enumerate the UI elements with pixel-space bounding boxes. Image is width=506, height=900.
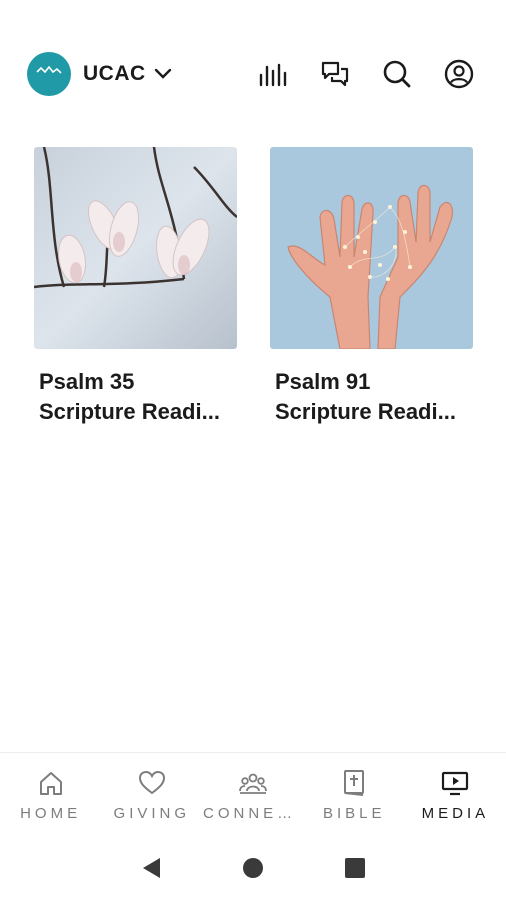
media-card[interactable]: Psalm 91 Scripture Readi... [270, 147, 473, 427]
chevron-down-icon [154, 68, 171, 79]
media-card-title-line1: Psalm 35 [39, 369, 135, 394]
org-switcher[interactable]: UCAC [83, 62, 172, 86]
org-name-label: UCAC [83, 62, 146, 85]
recents-square-icon [345, 858, 365, 878]
chat-bubbles-icon [321, 61, 349, 87]
messages-button[interactable] [317, 56, 353, 92]
system-back-button[interactable] [131, 848, 171, 888]
audio-bars-icon [259, 63, 287, 87]
org-logo[interactable] [27, 52, 71, 96]
home-circle-icon [243, 858, 263, 878]
app-header: UCAC [0, 0, 506, 148]
media-card[interactable]: Psalm 35 Scripture Readi... [34, 147, 237, 427]
account-button[interactable] [441, 56, 477, 92]
tv-play-icon [442, 771, 469, 796]
nav-item-home[interactable]: HOME [0, 753, 101, 836]
media-grid: Psalm 35 Scripture Readi... Psalm 91 Scr… [34, 147, 474, 427]
nav-label-giving: GIVING [113, 805, 191, 822]
org-logo-mark [36, 65, 62, 74]
bible-icon [344, 770, 365, 796]
nav-item-media[interactable]: MEDIA [405, 753, 506, 836]
system-home-button[interactable] [233, 848, 273, 888]
media-card-title-line2: Scripture Readi... [39, 399, 220, 424]
back-triangle-icon [143, 858, 160, 878]
audio-button[interactable] [255, 56, 291, 92]
search-button[interactable] [379, 56, 415, 92]
media-card-title: Psalm 91 Scripture Readi... [270, 367, 473, 427]
nav-item-giving[interactable]: GIVING [101, 753, 202, 836]
nav-label-media: MEDIA [421, 805, 490, 822]
system-nav-bar [0, 836, 506, 900]
media-thumbnail-magnolia [34, 147, 237, 349]
nav-item-bible[interactable]: BIBLE [304, 753, 405, 836]
account-icon [444, 59, 474, 89]
media-card-title-line1: Psalm 91 [275, 369, 371, 394]
media-card-title: Psalm 35 Scripture Readi... [34, 367, 237, 427]
nav-item-connect[interactable]: CONNEC... [202, 753, 303, 836]
nav-label-bible: BIBLE [322, 805, 386, 822]
nav-label-connect: CONNEC... [203, 805, 303, 822]
media-card-title-line2: Scripture Readi... [275, 399, 456, 424]
home-icon [39, 772, 62, 795]
people-icon [239, 773, 267, 794]
system-recents-button[interactable] [335, 848, 375, 888]
heart-icon [138, 770, 165, 795]
search-icon [383, 60, 411, 88]
nav-label-home: HOME [20, 805, 82, 822]
bottom-nav: HOME GIVING CONNEC... [0, 752, 506, 836]
media-thumbnail-light-hands [270, 147, 473, 349]
